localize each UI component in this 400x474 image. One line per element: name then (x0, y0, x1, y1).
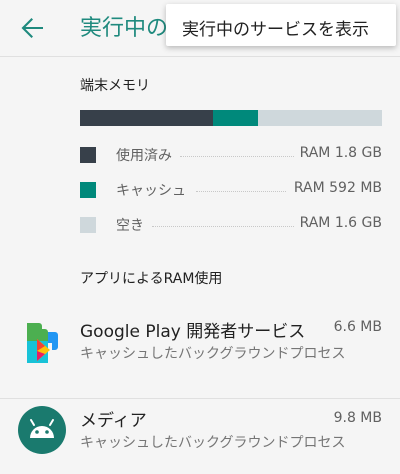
google-play-services-icon (18, 319, 66, 367)
android-icon (18, 406, 66, 454)
app-process-description: キャッシュしたバックグラウンドプロセス (80, 435, 346, 451)
legend-value-cache: RAM 592 MB (293, 180, 382, 196)
app-name: メディア (80, 411, 147, 431)
arrow-back-icon[interactable] (16, 12, 48, 44)
memory-bar-used (80, 110, 213, 126)
legend-label-cache: キャッシュ (116, 183, 186, 199)
device-memory-label: 端末メモリ (80, 78, 150, 94)
legend-row-used: 使用済み RAM 1.8 GB (80, 145, 382, 165)
row-divider (0, 398, 400, 399)
app-ram-usage-label: アプリによるRAM使用 (80, 271, 223, 287)
legend-label-used: 使用済み (116, 148, 172, 164)
app-row-media[interactable]: メディア 9.8 MB キャッシュしたバックグラウンドプロセス (0, 400, 400, 474)
app-row-google-play-services[interactable]: Google Play 開発者サービス 6.6 MB キャッシュしたバックグラウ… (0, 305, 400, 400)
memory-bar-cache (212, 110, 259, 126)
legend-label-free: 空き (116, 218, 144, 234)
app-ram-size: 9.8 MB (333, 410, 382, 426)
legend-row-free: 空き RAM 1.6 GB (80, 215, 382, 235)
legend-swatch-cache (80, 182, 96, 198)
legend-swatch-free (80, 217, 96, 233)
legend-row-cache: キャッシュ RAM 592 MB (80, 180, 382, 200)
legend-value-used: RAM 1.8 GB (299, 145, 382, 161)
app-bar-divider (0, 56, 400, 57)
legend-leader-dots (196, 191, 286, 192)
legend-value-free: RAM 1.6 GB (299, 215, 382, 231)
app-process-description: キャッシュしたバックグラウンドプロセス (80, 346, 346, 362)
app-name: Google Play 開発者サービス (80, 322, 306, 342)
legend-leader-dots (152, 226, 294, 227)
memory-usage-bar (80, 110, 382, 126)
legend-leader-dots (180, 156, 294, 157)
legend-swatch-used (80, 147, 96, 163)
overflow-menu: 実行中のサービスを表示 (166, 4, 396, 46)
app-ram-size: 6.6 MB (333, 319, 382, 335)
memory-bar-free (258, 110, 382, 126)
show-running-services-menu-item[interactable]: 実行中のサービスを表示 (182, 15, 369, 40)
